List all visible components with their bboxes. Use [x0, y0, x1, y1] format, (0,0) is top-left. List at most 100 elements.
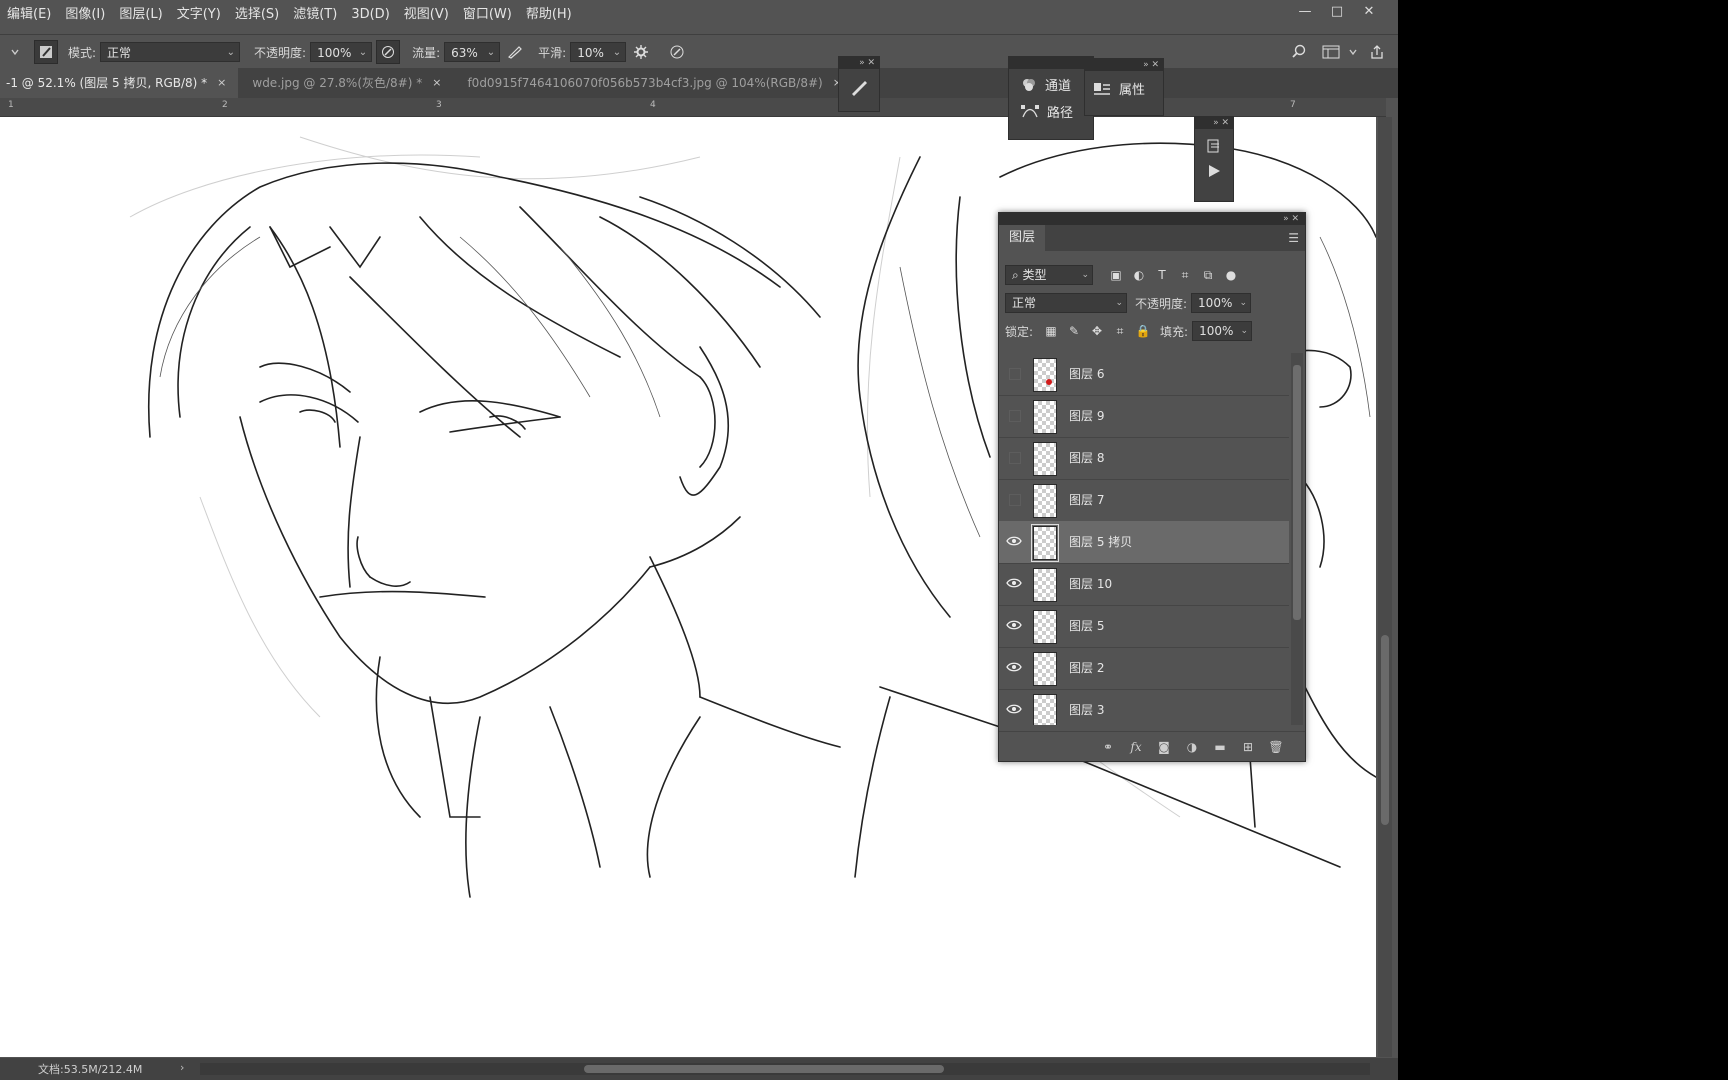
layer-opacity-select[interactable]: 100% ⌄ [1191, 293, 1252, 313]
visibility-toggle-off[interactable] [1009, 368, 1021, 380]
play-icon[interactable] [1195, 155, 1233, 179]
adjustment-layer-icon[interactable]: ◑ [1181, 737, 1203, 757]
panel-collapse-bar[interactable]: » ✕ [839, 57, 879, 69]
visibility-toggle-off[interactable] [1009, 452, 1021, 464]
menu-type[interactable]: 文字(Y) [170, 0, 228, 30]
layer-row-selected[interactable]: 图层 5 拷贝 [999, 521, 1289, 564]
search-icon[interactable] [1288, 41, 1310, 63]
type-filter-icon[interactable]: T [1153, 266, 1171, 284]
status-menu-arrow[interactable]: › [180, 1061, 184, 1074]
properties-button[interactable]: 属性 [1085, 71, 1163, 98]
scrollbar-thumb[interactable] [1293, 365, 1301, 620]
fill-select[interactable]: 100% ⌄ [1192, 321, 1253, 341]
ruler-tick: 7 [1290, 100, 1296, 110]
menu-filter[interactable]: 滤镜(T) [286, 0, 344, 30]
workspace-icon[interactable] [1320, 41, 1342, 63]
chevron-down-icon[interactable] [1342, 41, 1364, 63]
lock-pixels-icon[interactable]: ✎ [1065, 322, 1083, 340]
lock-position-icon[interactable]: ✥ [1088, 322, 1106, 340]
document-size-info[interactable]: 文档:53.5M/212.4M [38, 1061, 142, 1077]
canvas-vertical-scrollbar[interactable] [1378, 117, 1392, 1057]
brush-settings-icon[interactable] [839, 69, 879, 97]
new-group-icon[interactable]: ▬ [1209, 737, 1231, 757]
blend-mode-select[interactable]: 正常 ⌄ [1005, 293, 1127, 313]
paths-button[interactable]: 路径 [1009, 94, 1093, 121]
layer-name: 图层 10 [1069, 577, 1113, 591]
scrollbar-thumb[interactable] [1381, 635, 1389, 825]
panel-collapse-bar[interactable]: » ✕ [999, 213, 1305, 225]
layer-row[interactable]: 图层 7 [999, 479, 1289, 522]
fill-label: 填充: [1160, 324, 1189, 339]
menu-layer[interactable]: 图层(L) [112, 0, 169, 30]
layer-name: 图层 8 [1069, 451, 1105, 465]
layer-row[interactable]: 图层 10 [999, 563, 1289, 606]
tab-f0d0915f[interactable]: f0d0915f7464106070f056b573b4cf3.jpg @ 10… [453, 68, 853, 98]
link-layers-icon[interactable]: ⚭ [1097, 737, 1119, 757]
airbrush-icon[interactable] [504, 41, 526, 63]
close-icon[interactable]: × [217, 68, 226, 98]
visibility-toggle-off[interactable] [1009, 494, 1021, 506]
lock-artboard-icon[interactable]: ⌗ [1111, 322, 1129, 340]
adjustment-filter-icon[interactable]: ◐ [1130, 266, 1148, 284]
tool-preset-chevron-icon[interactable] [4, 41, 26, 63]
share-icon[interactable] [1366, 41, 1388, 63]
history-icon[interactable] [1195, 129, 1233, 155]
smooth-select[interactable]: 10% ⌄ [570, 42, 627, 62]
visibility-toggle-off[interactable] [1009, 410, 1021, 422]
smart-object-filter-icon[interactable]: ⧉ [1199, 266, 1217, 284]
brush-panel-toggle-icon[interactable] [34, 40, 58, 64]
maximize-button[interactable]: □ [1328, 4, 1346, 19]
menu-image[interactable]: 图像(I) [58, 0, 112, 30]
eye-icon[interactable] [1005, 658, 1023, 676]
new-layer-icon[interactable]: ⊞ [1237, 737, 1259, 757]
opacity-select[interactable]: 100% ⌄ [310, 42, 373, 62]
layer-row[interactable]: 图层 6 [999, 353, 1289, 396]
layer-row[interactable]: 图层 5 [999, 605, 1289, 648]
channels-button[interactable]: 通道 [1009, 69, 1093, 94]
filter-kind-value: 类型 [1022, 268, 1047, 282]
menu-select[interactable]: 选择(S) [228, 0, 286, 30]
eye-icon[interactable] [1005, 574, 1023, 592]
tab-wde[interactable]: wde.jpg @ 27.8%(灰色/8#) * × [238, 68, 453, 98]
layer-row[interactable]: 图层 9 [999, 395, 1289, 438]
lock-all-icon[interactable]: 🔒 [1134, 322, 1152, 340]
layer-row[interactable]: 图层 8 [999, 437, 1289, 480]
panel-menu-icon[interactable]: ☰ [1288, 231, 1299, 245]
tab-layers[interactable]: 图层 [999, 225, 1046, 251]
fx-icon[interactable]: fx [1125, 737, 1147, 757]
eye-icon[interactable] [1005, 532, 1023, 550]
menu-3d[interactable]: 3D(D) [344, 0, 396, 30]
pressure-opacity-icon[interactable] [376, 40, 401, 64]
flow-select[interactable]: 63% ⌄ [444, 42, 501, 62]
close-button[interactable]: ✕ [1360, 4, 1378, 19]
eye-icon[interactable] [1005, 700, 1023, 718]
filter-kind-select[interactable]: ⌕ 类型 ⌄ [1005, 265, 1093, 285]
menu-edit[interactable]: 编辑(E) [0, 0, 58, 30]
horizontal-ruler: 1 2 3 4 7 [0, 98, 1386, 117]
panel-collapse-bar[interactable]: » ✕ [1085, 59, 1163, 71]
panel-collapse-bar[interactable]: » [1009, 57, 1093, 69]
close-icon[interactable]: × [432, 68, 441, 98]
layer-row[interactable]: 图层 3 [999, 689, 1289, 725]
canvas-horizontal-scrollbar[interactable] [200, 1063, 1370, 1075]
layers-scrollbar[interactable] [1291, 353, 1303, 725]
mode-select[interactable]: 正常 ⌄ [100, 42, 241, 62]
tab-document-1[interactable]: -1 @ 52.1% (图层 5 拷贝, RGB/8) * × [0, 68, 239, 98]
gear-icon[interactable] [630, 41, 652, 63]
trash-icon[interactable]: 🗑 [1265, 737, 1287, 757]
chevron-down-icon: ⌄ [1240, 326, 1249, 336]
layer-row[interactable]: 图层 2 [999, 647, 1289, 690]
scrollbar-thumb[interactable] [584, 1065, 944, 1073]
pixel-filter-icon[interactable]: ▣ [1107, 266, 1125, 284]
eye-icon[interactable] [1005, 616, 1023, 634]
panel-collapse-bar[interactable]: » ✕ [1195, 117, 1233, 129]
menu-window[interactable]: 窗口(W) [456, 0, 519, 30]
menu-view[interactable]: 视图(V) [397, 0, 456, 30]
filter-toggle-icon[interactable]: ● [1222, 266, 1240, 284]
shape-filter-icon[interactable]: ⌗ [1176, 266, 1194, 284]
menu-help[interactable]: 帮助(H) [519, 0, 579, 30]
pressure-size-icon[interactable] [666, 41, 688, 63]
lock-transparent-icon[interactable]: ▦ [1042, 322, 1060, 340]
add-mask-icon[interactable]: ◙ [1153, 737, 1175, 757]
minimize-button[interactable]: — [1296, 4, 1314, 19]
